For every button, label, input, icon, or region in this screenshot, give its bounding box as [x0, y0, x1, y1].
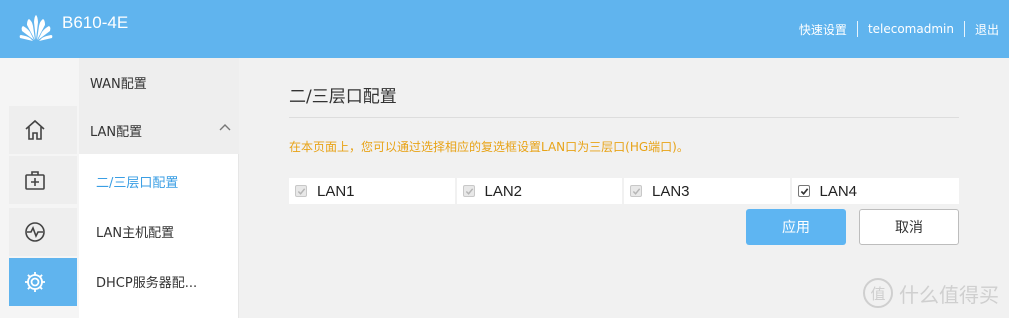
chevron-up-icon: [219, 124, 231, 131]
top-header: B610-4E 快速设置 telecomadmin 退出: [0, 0, 1009, 58]
submenu-wan-config[interactable]: WAN配置: [79, 58, 239, 106]
sidebar-settings-button[interactable]: [9, 258, 88, 306]
lan-port-cell[interactable]: LAN2: [457, 178, 624, 204]
submenu-lan-label: LAN配置: [90, 124, 143, 140]
submenu-item-layer23-port[interactable]: 二/三层口配置: [96, 172, 178, 191]
check-icon: [632, 188, 641, 195]
product-name: B610-4E: [62, 13, 129, 32]
logout-link[interactable]: 退出: [975, 21, 999, 38]
submenu-item-lan-host[interactable]: LAN主机配置: [96, 222, 174, 241]
home-icon: [25, 119, 45, 140]
lan-port-cell[interactable]: LAN4: [792, 178, 960, 204]
lan2-label: LAN2: [484, 182, 523, 200]
submenu-wan-label: WAN配置: [90, 76, 147, 92]
nav-separator: [963, 21, 965, 37]
apply-button[interactable]: 应用: [746, 209, 846, 245]
page-tip: 在本页面上，您可以通过选择相应的复选框设置LAN口为三层口(HG端口)。: [289, 140, 689, 154]
lan-port-cell[interactable]: LAN1: [289, 178, 457, 204]
check-icon: [465, 188, 473, 195]
nav-separator: [856, 21, 858, 37]
lan1-checkbox[interactable]: [295, 185, 307, 197]
submenu-item-dhcp-server[interactable]: DHCP服务器配...: [96, 272, 197, 291]
lan4-checkbox[interactable]: [797, 185, 810, 197]
lan-port-cell[interactable]: LAN3: [624, 178, 792, 204]
lan3-label: LAN3: [652, 182, 690, 200]
lan4-label: LAN4: [819, 182, 858, 200]
monitor-pulse-icon: [25, 222, 45, 242]
check-icon: [800, 188, 808, 195]
medical-kit-icon: [25, 171, 45, 190]
watermark-text: 什么值得买: [899, 282, 999, 307]
title-divider: [289, 117, 959, 118]
check-icon: [297, 188, 306, 195]
watermark-logo: 值: [863, 278, 893, 308]
top-nav: 快速设置 telecomadmin 退出: [799, 20, 999, 38]
settings-gear-icon: [25, 272, 45, 292]
submenu-lan-config[interactable]: LAN配置: [79, 106, 239, 154]
submenu-panel: WAN配置 LAN配置 二/三层口配置 LAN主机配置 DHCP服务器配...: [79, 58, 239, 318]
cancel-button[interactable]: 取消: [859, 209, 959, 245]
watermark: 值 什么值得买: [863, 278, 999, 308]
username-link[interactable]: telecomadmin: [868, 22, 954, 36]
huawei-logo-icon: [19, 15, 53, 41]
page-title: 二/三层口配置: [289, 87, 397, 107]
icon-sidebar: [0, 58, 88, 318]
lan1-label: LAN1: [317, 182, 355, 200]
quick-setup-link[interactable]: 快速设置: [799, 21, 847, 38]
sidebar-monitor-button[interactable]: [9, 208, 77, 256]
lan-port-row: LAN1 LAN2 LAN3 LAN4: [289, 178, 959, 204]
sidebar-diagnosis-button[interactable]: [9, 156, 77, 204]
lan3-checkbox[interactable]: [630, 185, 642, 197]
lan2-checkbox[interactable]: [462, 185, 475, 197]
sidebar-home-button[interactable]: [9, 106, 77, 154]
